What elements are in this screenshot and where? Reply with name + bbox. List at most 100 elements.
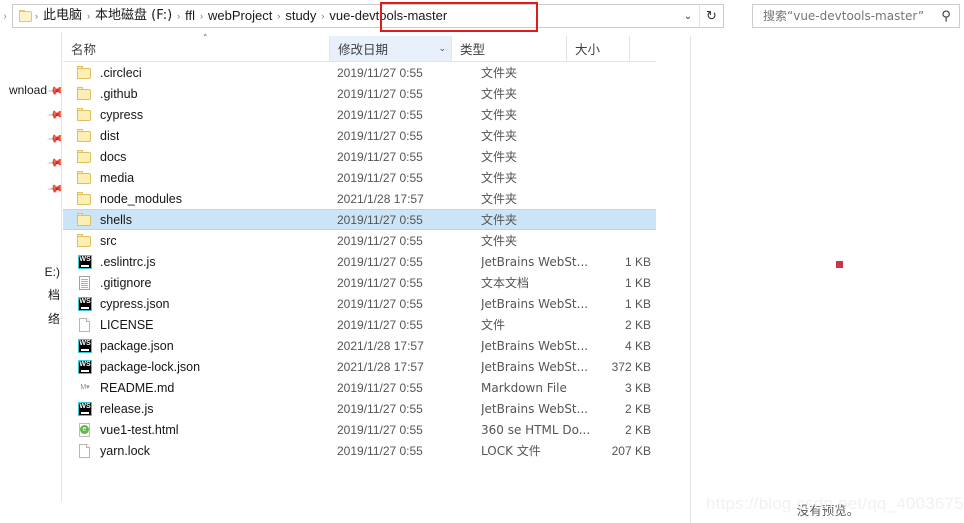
breadcrumb-item-ffl[interactable]: ffl: [181, 5, 199, 27]
file-size: 1 KB: [624, 275, 651, 290]
column-header-type[interactable]: 类型: [451, 36, 566, 61]
column-header-extra[interactable]: [629, 36, 656, 61]
file-date: 2019/11/27 0:55: [337, 149, 423, 164]
file-name-cell[interactable]: WS release.js: [63, 401, 333, 416]
file-date: 2021/1/28 17:57: [337, 359, 424, 374]
red-square-marker: [836, 261, 843, 268]
table-row[interactable]: src 2019/11/27 0:55 文件夹: [63, 230, 656, 251]
file-name-cell[interactable]: e vue1-test.html: [63, 422, 333, 437]
breadcrumb-address-box[interactable]: › 此电脑 › 本地磁盘 (F:) › ffl › webProject › s…: [12, 4, 724, 28]
file-name-cell[interactable]: src: [63, 233, 333, 248]
search-box[interactable]: ⚲: [752, 4, 960, 28]
file-explorer-window: › › 此电脑 › 本地磁盘 (F:) › ffl › webProject ›…: [0, 0, 964, 523]
table-row[interactable]: WS cypress.json 2019/11/27 0:55 JetBrain…: [63, 293, 656, 314]
table-row[interactable]: .github 2019/11/27 0:55 文件夹: [63, 83, 656, 104]
nav-pane-item-documents[interactable]: 档: [0, 284, 61, 304]
webstorm-icon: WS: [77, 359, 93, 374]
file-size: 372 KB: [611, 359, 651, 374]
file-date: 2019/11/27 0:55: [337, 296, 423, 311]
refresh-icon[interactable]: ↻: [699, 5, 723, 27]
file-name-cell[interactable]: .circleci: [63, 65, 333, 80]
file-name-cell[interactable]: yarn.lock: [63, 443, 333, 458]
breadcrumb-item-this-pc[interactable]: 此电脑: [39, 5, 86, 27]
nav-pane-item-drive-e[interactable]: E:): [0, 262, 61, 282]
nav-pane-item-label: 络: [47, 311, 60, 326]
file-name-cell[interactable]: shells: [63, 212, 333, 227]
file-size: 2 KB: [624, 401, 651, 416]
breadcrumb-item-local-disk-f[interactable]: 本地磁盘 (F:): [91, 5, 176, 27]
file-name-cell[interactable]: cypress: [63, 107, 333, 122]
chevron-down-icon[interactable]: ⌄: [677, 5, 699, 27]
file-name: LICENSE: [100, 317, 154, 332]
column-header-date-modified[interactable]: 修改日期 ⌄: [329, 36, 451, 61]
table-row[interactable]: M▾ README.md 2019/11/27 0:55 Markdown Fi…: [63, 377, 656, 398]
table-row[interactable]: media 2019/11/27 0:55 文件夹: [63, 167, 656, 188]
file-type: JetBrains WebSt...: [481, 296, 589, 311]
file-name-cell[interactable]: .gitignore: [63, 275, 333, 290]
column-header-size-label: 大小: [575, 42, 601, 57]
nav-pane-item-label: E:): [44, 265, 60, 279]
table-row[interactable]: docs 2019/11/27 0:55 文件夹: [63, 146, 656, 167]
nav-pane-item-network[interactable]: 络: [0, 308, 61, 328]
pin-icon[interactable]: 📌: [46, 153, 61, 172]
nav-pane-item-3[interactable]: 📌: [0, 128, 61, 148]
nav-pane-item-2[interactable]: 📌: [0, 104, 61, 124]
file-name-cell[interactable]: node_modules: [63, 191, 333, 206]
file-name-cell[interactable]: LICENSE: [63, 317, 333, 332]
table-row[interactable]: WS .eslintrc.js 2019/11/27 0:55 JetBrain…: [63, 251, 656, 272]
file-date: 2021/1/28 17:57: [337, 338, 424, 353]
table-row[interactable]: dist 2019/11/27 0:55 文件夹: [63, 125, 656, 146]
webstorm-icon: WS: [77, 296, 93, 311]
table-row[interactable]: cypress 2019/11/27 0:55 文件夹: [63, 104, 656, 125]
pin-icon[interactable]: 📌: [46, 179, 61, 198]
file-date: 2019/11/27 0:55: [337, 443, 423, 458]
file-type: Markdown File: [481, 380, 567, 395]
file-name-cell[interactable]: dist: [63, 128, 333, 143]
chevron-down-icon[interactable]: ⌄: [438, 44, 446, 54]
column-header-type-label: 类型: [460, 42, 486, 57]
column-header-row: 名称 ˄ 修改日期 ⌄ 类型 大小: [63, 34, 656, 62]
table-row[interactable]: WS package.json 2021/1/28 17:57 JetBrain…: [63, 335, 656, 356]
table-row[interactable]: WS package-lock.json 2021/1/28 17:57 Jet…: [63, 356, 656, 377]
file-type: JetBrains WebSt...: [481, 254, 589, 269]
folder-icon: [77, 107, 93, 122]
file-name-cell[interactable]: WS package-lock.json: [63, 359, 333, 374]
file-type: JetBrains WebSt...: [481, 359, 589, 374]
file-name-cell[interactable]: M▾ README.md: [63, 381, 333, 395]
nav-forward-icon[interactable]: ›: [0, 0, 10, 32]
file-name-cell[interactable]: WS cypress.json: [63, 296, 333, 311]
file-date: 2019/11/27 0:55: [337, 422, 423, 437]
table-row[interactable]: node_modules 2021/1/28 17:57 文件夹: [63, 188, 656, 209]
column-header-size[interactable]: 大小: [566, 36, 629, 61]
markdown-icon: M▾: [80, 383, 90, 391]
file-type: 文件夹: [481, 108, 518, 122]
breadcrumb-item-study[interactable]: study: [281, 5, 320, 27]
file-name-cell[interactable]: .github: [63, 86, 333, 101]
table-row[interactable]: e vue1-test.html 2019/11/27 0:55 360 se …: [63, 419, 656, 440]
table-row[interactable]: yarn.lock 2019/11/27 0:55 LOCK 文件 207 KB: [63, 440, 656, 461]
pin-icon[interactable]: 📌: [46, 105, 61, 124]
file-date: 2019/11/27 0:55: [337, 212, 423, 227]
search-icon[interactable]: ⚲: [933, 5, 959, 27]
file-name-cell[interactable]: WS package.json: [63, 338, 333, 353]
column-header-name[interactable]: 名称 ˄: [63, 34, 329, 61]
breadcrumb-item-webproject[interactable]: webProject: [204, 5, 276, 27]
file-name: media: [100, 170, 135, 185]
table-row[interactable]: .circleci 2019/11/27 0:55 文件夹: [63, 62, 656, 83]
text-file-icon: [77, 275, 93, 290]
table-row[interactable]: WS release.js 2019/11/27 0:55 JetBrains …: [63, 398, 656, 419]
nav-pane-item-downloads[interactable]: wnload 📌: [0, 80, 61, 100]
file-name-cell[interactable]: WS .eslintrc.js: [63, 254, 333, 269]
file-name-cell[interactable]: docs: [63, 149, 333, 164]
table-row[interactable]: .gitignore 2019/11/27 0:55 文本文档 1 KB: [63, 272, 656, 293]
file-name-cell[interactable]: media: [63, 170, 333, 185]
file-name: package.json: [100, 338, 174, 353]
nav-pane-item-4[interactable]: 📌: [0, 152, 61, 172]
table-row[interactable]: LICENSE 2019/11/27 0:55 文件 2 KB: [63, 314, 656, 335]
table-row-selected[interactable]: shells 2019/11/27 0:55 文件夹: [63, 209, 656, 230]
breadcrumb-item-current-folder[interactable]: vue-devtools-master: [325, 5, 451, 27]
file-date: 2019/11/27 0:55: [337, 107, 423, 122]
search-input[interactable]: [761, 6, 933, 26]
pin-icon[interactable]: 📌: [46, 129, 61, 148]
nav-pane-item-5[interactable]: 📌: [0, 178, 61, 198]
